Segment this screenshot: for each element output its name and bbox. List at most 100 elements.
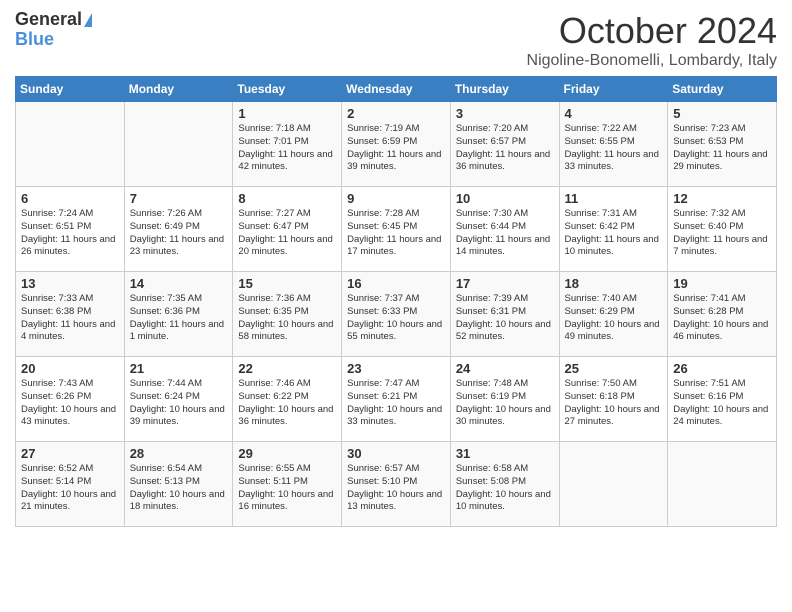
calendar-cell: 3 Sunrise: 7:20 AM Sunset: 6:57 PM Daylig… (450, 102, 559, 187)
calendar-cell: 8 Sunrise: 7:27 AM Sunset: 6:47 PM Daylig… (233, 187, 342, 272)
calendar-cell: 16 Sunrise: 7:37 AM Sunset: 6:33 PM Dayli… (342, 272, 451, 357)
title-area: October 2024 Nigoline-Bonomelli, Lombard… (527, 10, 777, 70)
cell-content: Sunrise: 7:46 AM Sunset: 6:22 PM Dayligh… (238, 378, 336, 429)
cell-content: Sunrise: 7:50 AM Sunset: 6:18 PM Dayligh… (565, 378, 663, 429)
cell-content: Sunrise: 7:51 AM Sunset: 6:16 PM Dayligh… (673, 378, 771, 429)
month-title: October 2024 (527, 10, 777, 52)
day-number: 10 (456, 191, 554, 206)
logo-triangle-icon (84, 13, 92, 27)
cell-content: Sunrise: 7:22 AM Sunset: 6:55 PM Dayligh… (565, 123, 663, 174)
cell-content: Sunrise: 7:30 AM Sunset: 6:44 PM Dayligh… (456, 208, 554, 259)
calendar-cell: 12 Sunrise: 7:32 AM Sunset: 6:40 PM Dayli… (668, 187, 777, 272)
calendar-cell (124, 102, 233, 187)
day-header-thursday: Thursday (450, 77, 559, 102)
calendar-cell: 20Sunrise: 7:43 AM Sunset: 6:26 PM Dayli… (16, 357, 125, 442)
calendar-cell: 29 Sunrise: 6:55 AM Sunset: 5:11 PM Dayli… (233, 442, 342, 527)
calendar-cell: 4Sunrise: 7:22 AM Sunset: 6:55 PM Daylig… (559, 102, 668, 187)
cell-content: Sunrise: 6:52 AM Sunset: 5:14 PM Dayligh… (21, 463, 119, 514)
day-number: 26 (673, 361, 771, 376)
calendar-cell: 2 Sunrise: 7:19 AM Sunset: 6:59 PM Daylig… (342, 102, 451, 187)
cell-content: Sunrise: 7:33 AM Sunset: 6:38 PM Dayligh… (21, 293, 119, 344)
calendar-cell: 25 Sunrise: 7:50 AM Sunset: 6:18 PM Dayli… (559, 357, 668, 442)
calendar-cell: 17 Sunrise: 7:39 AM Sunset: 6:31 PM Dayli… (450, 272, 559, 357)
cell-content: Sunrise: 6:54 AM Sunset: 5:13 PM Dayligh… (130, 463, 228, 514)
cell-content: Sunrise: 7:41 AM Sunset: 6:28 PM Dayligh… (673, 293, 771, 344)
day-number: 16 (347, 276, 445, 291)
day-number: 29 (238, 446, 336, 461)
week-row-5: 27Sunrise: 6:52 AM Sunset: 5:14 PM Dayli… (16, 442, 777, 527)
day-number: 28 (130, 446, 228, 461)
calendar-cell (559, 442, 668, 527)
calendar-cell: 22 Sunrise: 7:46 AM Sunset: 6:22 PM Dayli… (233, 357, 342, 442)
day-header-sunday: Sunday (16, 77, 125, 102)
day-number: 3 (456, 106, 554, 121)
logo-blue-text: Blue (15, 30, 54, 50)
cell-content: Sunrise: 7:23 AM Sunset: 6:53 PM Dayligh… (673, 123, 771, 174)
calendar-cell: 21Sunrise: 7:44 AM Sunset: 6:24 PM Dayli… (124, 357, 233, 442)
calendar-cell: 7 Sunrise: 7:26 AM Sunset: 6:49 PM Daylig… (124, 187, 233, 272)
logo-general-text: General (15, 10, 82, 30)
day-number: 24 (456, 361, 554, 376)
day-number: 14 (130, 276, 228, 291)
cell-content: Sunrise: 7:18 AM Sunset: 7:01 PM Dayligh… (238, 123, 336, 174)
day-number: 30 (347, 446, 445, 461)
cell-content: Sunrise: 7:27 AM Sunset: 6:47 PM Dayligh… (238, 208, 336, 259)
header: General Blue October 2024 Nigoline-Bonom… (15, 10, 777, 70)
day-number: 7 (130, 191, 228, 206)
day-number: 23 (347, 361, 445, 376)
calendar-cell: 30Sunrise: 6:57 AM Sunset: 5:10 PM Dayli… (342, 442, 451, 527)
cell-content: Sunrise: 7:48 AM Sunset: 6:19 PM Dayligh… (456, 378, 554, 429)
calendar-cell: 19 Sunrise: 7:41 AM Sunset: 6:28 PM Dayli… (668, 272, 777, 357)
day-number: 20 (21, 361, 119, 376)
day-header-tuesday: Tuesday (233, 77, 342, 102)
day-number: 17 (456, 276, 554, 291)
cell-content: Sunrise: 7:47 AM Sunset: 6:21 PM Dayligh… (347, 378, 445, 429)
week-row-4: 20Sunrise: 7:43 AM Sunset: 6:26 PM Dayli… (16, 357, 777, 442)
day-number: 19 (673, 276, 771, 291)
day-number: 5 (673, 106, 771, 121)
cell-content: Sunrise: 7:35 AM Sunset: 6:36 PM Dayligh… (130, 293, 228, 344)
cell-content: Sunrise: 7:37 AM Sunset: 6:33 PM Dayligh… (347, 293, 445, 344)
day-number: 22 (238, 361, 336, 376)
day-number: 11 (565, 191, 663, 206)
location-title: Nigoline-Bonomelli, Lombardy, Italy (527, 52, 777, 70)
cell-content: Sunrise: 7:31 AM Sunset: 6:42 PM Dayligh… (565, 208, 663, 259)
cell-content: Sunrise: 7:26 AM Sunset: 6:49 PM Dayligh… (130, 208, 228, 259)
cell-content: Sunrise: 6:55 AM Sunset: 5:11 PM Dayligh… (238, 463, 336, 514)
cell-content: Sunrise: 7:40 AM Sunset: 6:29 PM Dayligh… (565, 293, 663, 344)
calendar-cell: 10 Sunrise: 7:30 AM Sunset: 6:44 PM Dayli… (450, 187, 559, 272)
cell-content: Sunrise: 7:36 AM Sunset: 6:35 PM Dayligh… (238, 293, 336, 344)
day-number: 18 (565, 276, 663, 291)
cell-content: Sunrise: 7:20 AM Sunset: 6:57 PM Dayligh… (456, 123, 554, 174)
day-number: 1 (238, 106, 336, 121)
calendar-cell: 5 Sunrise: 7:23 AM Sunset: 6:53 PM Daylig… (668, 102, 777, 187)
day-header-friday: Friday (559, 77, 668, 102)
calendar-cell: 11 Sunrise: 7:31 AM Sunset: 6:42 PM Dayli… (559, 187, 668, 272)
calendar-cell: 1 Sunrise: 7:18 AM Sunset: 7:01 PM Daylig… (233, 102, 342, 187)
cell-content: Sunrise: 6:58 AM Sunset: 5:08 PM Dayligh… (456, 463, 554, 514)
header-row: SundayMondayTuesdayWednesdayThursdayFrid… (16, 77, 777, 102)
calendar-cell: 18 Sunrise: 7:40 AM Sunset: 6:29 PM Dayli… (559, 272, 668, 357)
day-header-wednesday: Wednesday (342, 77, 451, 102)
day-number: 25 (565, 361, 663, 376)
calendar-cell: 9Sunrise: 7:28 AM Sunset: 6:45 PM Daylig… (342, 187, 451, 272)
cell-content: Sunrise: 7:24 AM Sunset: 6:51 PM Dayligh… (21, 208, 119, 259)
calendar-cell: 23 Sunrise: 7:47 AM Sunset: 6:21 PM Dayli… (342, 357, 451, 442)
day-number: 12 (673, 191, 771, 206)
calendar-cell: 28 Sunrise: 6:54 AM Sunset: 5:13 PM Dayli… (124, 442, 233, 527)
week-row-1: 1 Sunrise: 7:18 AM Sunset: 7:01 PM Daylig… (16, 102, 777, 187)
day-number: 8 (238, 191, 336, 206)
cell-content: Sunrise: 7:44 AM Sunset: 6:24 PM Dayligh… (130, 378, 228, 429)
day-number: 6 (21, 191, 119, 206)
day-number: 2 (347, 106, 445, 121)
calendar-cell: 14 Sunrise: 7:35 AM Sunset: 6:36 PM Dayli… (124, 272, 233, 357)
calendar-cell: 15Sunrise: 7:36 AM Sunset: 6:35 PM Dayli… (233, 272, 342, 357)
cell-content: Sunrise: 7:32 AM Sunset: 6:40 PM Dayligh… (673, 208, 771, 259)
calendar-cell (16, 102, 125, 187)
cell-content: Sunrise: 7:39 AM Sunset: 6:31 PM Dayligh… (456, 293, 554, 344)
calendar-cell: 26 Sunrise: 7:51 AM Sunset: 6:16 PM Dayli… (668, 357, 777, 442)
calendar-cell: 6 Sunrise: 7:24 AM Sunset: 6:51 PM Daylig… (16, 187, 125, 272)
cell-content: Sunrise: 7:19 AM Sunset: 6:59 PM Dayligh… (347, 123, 445, 174)
day-number: 13 (21, 276, 119, 291)
week-row-3: 13 Sunrise: 7:33 AM Sunset: 6:38 PM Dayli… (16, 272, 777, 357)
